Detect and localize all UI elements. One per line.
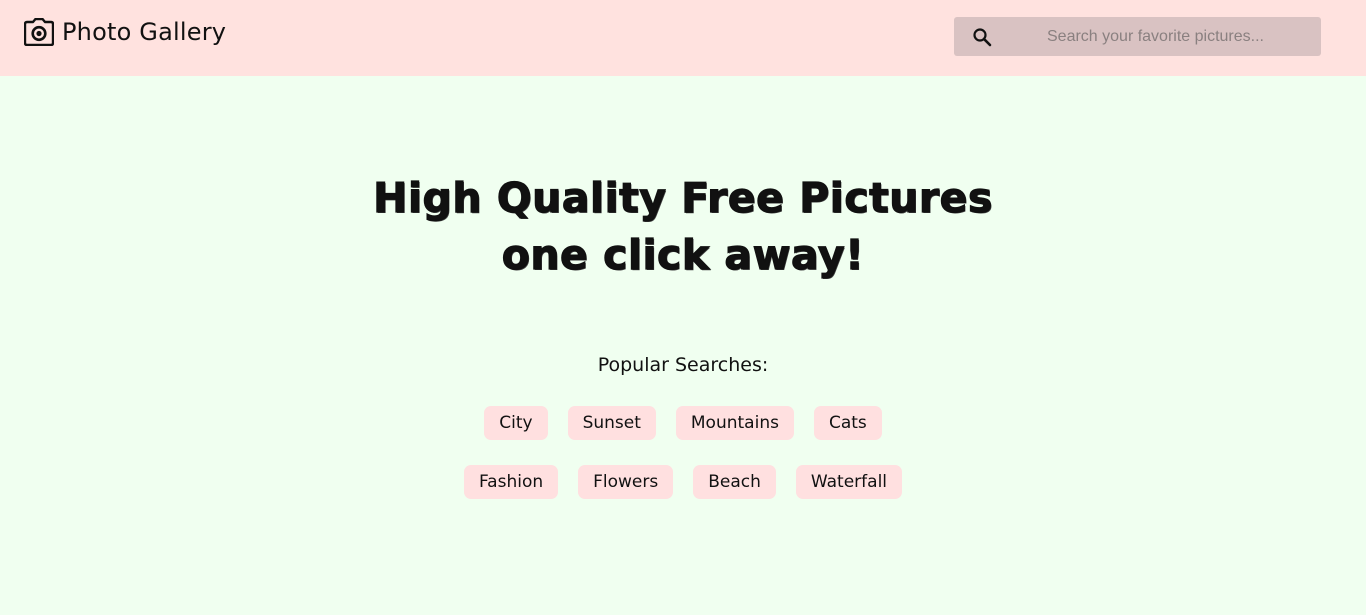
popular-searches-label: Popular Searches: — [597, 354, 769, 376]
search-box[interactable] — [954, 17, 1321, 56]
tag-sunset[interactable]: Sunset — [567, 406, 656, 440]
tag-city[interactable]: City — [484, 406, 548, 440]
header: Photo Gallery — [0, 0, 1366, 76]
camera-icon — [24, 18, 54, 46]
hero-title-line-2: one click away! — [501, 230, 865, 279]
brand[interactable]: Photo Gallery — [24, 18, 226, 46]
popular-tags-row-1: City Sunset Mountains Cats — [0, 406, 1366, 440]
brand-title: Photo Gallery — [62, 18, 227, 46]
hero-title-line-1: High Quality Free Pictures — [373, 173, 993, 222]
search-icon[interactable] — [972, 27, 992, 47]
tag-waterfall[interactable]: Waterfall — [795, 465, 903, 499]
popular-tags-row-2: Fashion Flowers Beach Waterfall — [0, 465, 1366, 499]
tag-cats[interactable]: Cats — [813, 406, 882, 440]
tag-flowers[interactable]: Flowers — [578, 465, 674, 499]
hero-title: High Quality Free Pictures one click awa… — [0, 170, 1366, 284]
tag-fashion[interactable]: Fashion — [463, 465, 559, 499]
tag-mountains[interactable]: Mountains — [675, 406, 794, 440]
tag-beach[interactable]: Beach — [693, 465, 776, 499]
search-input[interactable] — [992, 17, 1321, 56]
